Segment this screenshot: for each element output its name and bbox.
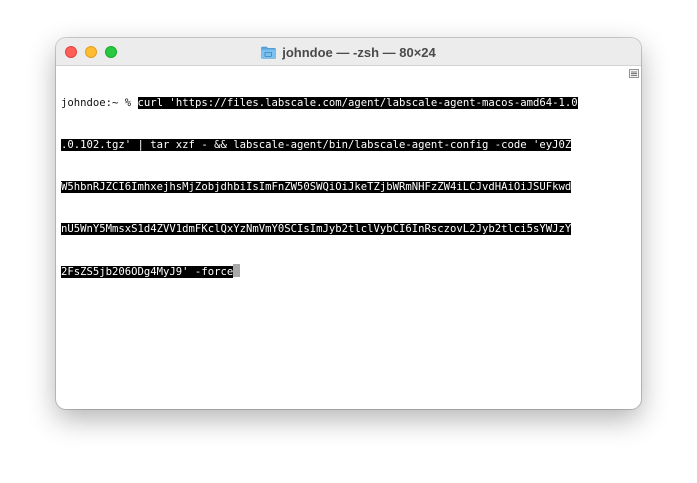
- terminal-line: .0.102.tgz' | tar xzf - && labscale-agen…: [61, 138, 626, 152]
- text-cursor: [233, 264, 241, 277]
- terminal-line: nU5WnY5MmsxS1d4ZVV1dmFKclQxYzNmVmY0SCIsI…: [61, 222, 626, 236]
- title-bar[interactable]: johndoe — -zsh — 80×24: [56, 38, 641, 66]
- window-title: johndoe — -zsh — 80×24: [282, 44, 436, 60]
- terminal-line: johndoe:~ % curl 'https://files.labscale…: [61, 96, 626, 110]
- selected-text: nU5WnY5MmsxS1d4ZVV1dmFKclQxYzNmVmY0SCIsI…: [61, 223, 572, 235]
- prompt: johndoe:~ %: [61, 97, 138, 109]
- selected-text: W5hbnRJZCI6ImhxejhsMjZobjdhbiIsImFnZW50S…: [61, 181, 572, 193]
- selected-text: .0.102.tgz' | tar xzf - && labscale-agen…: [61, 139, 572, 151]
- window-title-group: johndoe — -zsh — 80×24: [56, 38, 641, 66]
- selected-text: curl 'https://files.labscale.com/agent/l…: [137, 97, 578, 109]
- selected-text: 2FsZS5jb206ODg4MyJ9' -force: [61, 266, 234, 278]
- terminal-line: 2FsZS5jb206ODg4MyJ9' -force: [61, 264, 626, 278]
- scroll-marker-icon[interactable]: [629, 69, 639, 78]
- folder-icon: [261, 46, 277, 59]
- terminal-window: johndoe — -zsh — 80×24 johndoe:~ % curl …: [56, 38, 641, 409]
- terminal-content[interactable]: johndoe:~ % curl 'https://files.labscale…: [56, 66, 626, 409]
- terminal-line: W5hbnRJZCI6ImhxejhsMjZobjdhbiIsImFnZW50S…: [61, 180, 626, 194]
